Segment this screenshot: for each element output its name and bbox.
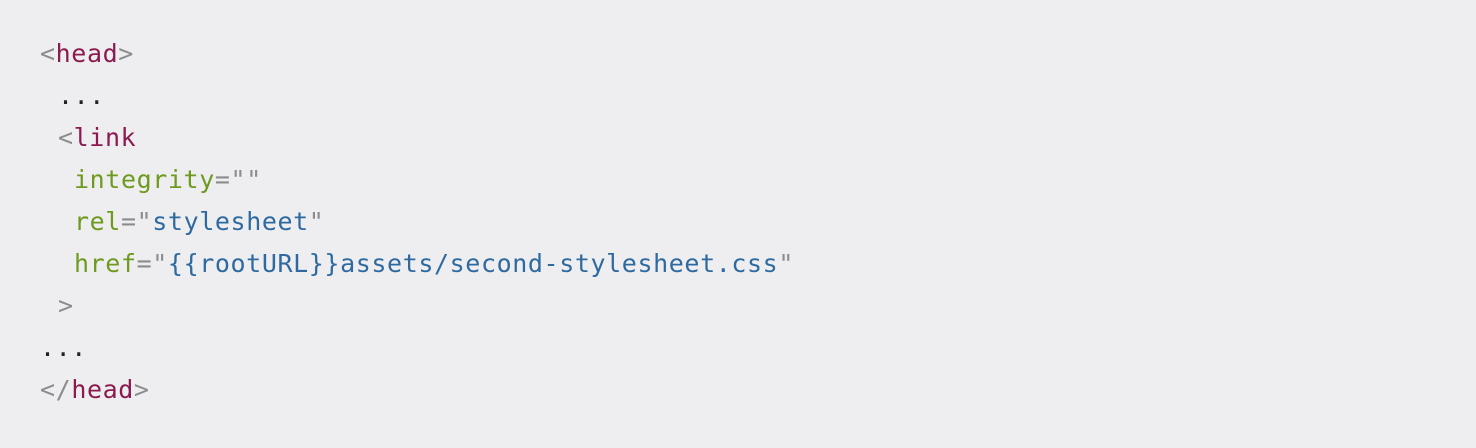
code-block: <head> ... <link integrity="" rel="style… [0, 0, 1476, 448]
tag-close-bracket: > [58, 291, 74, 320]
attribute-equals: = [120, 207, 137, 236]
code-line-attr-rel: rel="stylesheet" [40, 201, 1476, 243]
tag-name-head: head [71, 375, 134, 404]
code-line-link-close: > [40, 285, 1476, 327]
quote-close: " [308, 207, 325, 236]
code-line-ellipsis-outer: ... [40, 327, 1476, 369]
attribute-value: stylesheet [152, 207, 309, 236]
attribute-name: href [74, 249, 137, 278]
tag-close-bracket: > [133, 375, 150, 404]
tag-open-bracket: < [58, 123, 74, 152]
attribute-value: {{rootURL}}assets/second-stylesheet.css [167, 249, 779, 278]
attribute-name: rel [74, 207, 121, 236]
quote-open: " [230, 165, 247, 194]
tag-name-head: head [55, 39, 119, 68]
code-line-attr-integrity: integrity="" [40, 159, 1476, 201]
quote-open: " [136, 207, 153, 236]
code-line-head-close: </head> [40, 369, 1476, 411]
code-line-link-open: <link [40, 117, 1476, 159]
tag-open-bracket: < [40, 39, 56, 68]
tag-open-bracket: </ [40, 375, 72, 404]
quote-close: " [246, 165, 262, 194]
code-line-ellipsis-inner: ... [40, 75, 1476, 117]
ellipsis-text: ... [58, 81, 105, 110]
tag-name-link: link [73, 123, 137, 152]
tag-close-bracket: > [118, 39, 134, 68]
quote-close: " [778, 249, 794, 278]
attribute-name: integrity [74, 165, 215, 194]
attribute-equals: = [214, 165, 231, 194]
code-line-head-open: <head> [40, 33, 1476, 75]
quote-open: " [152, 249, 168, 278]
code-line-attr-href: href="{{rootURL}}assets/second-styleshee… [40, 243, 1476, 285]
attribute-equals: = [136, 249, 153, 278]
ellipsis-text: ... [40, 333, 87, 362]
